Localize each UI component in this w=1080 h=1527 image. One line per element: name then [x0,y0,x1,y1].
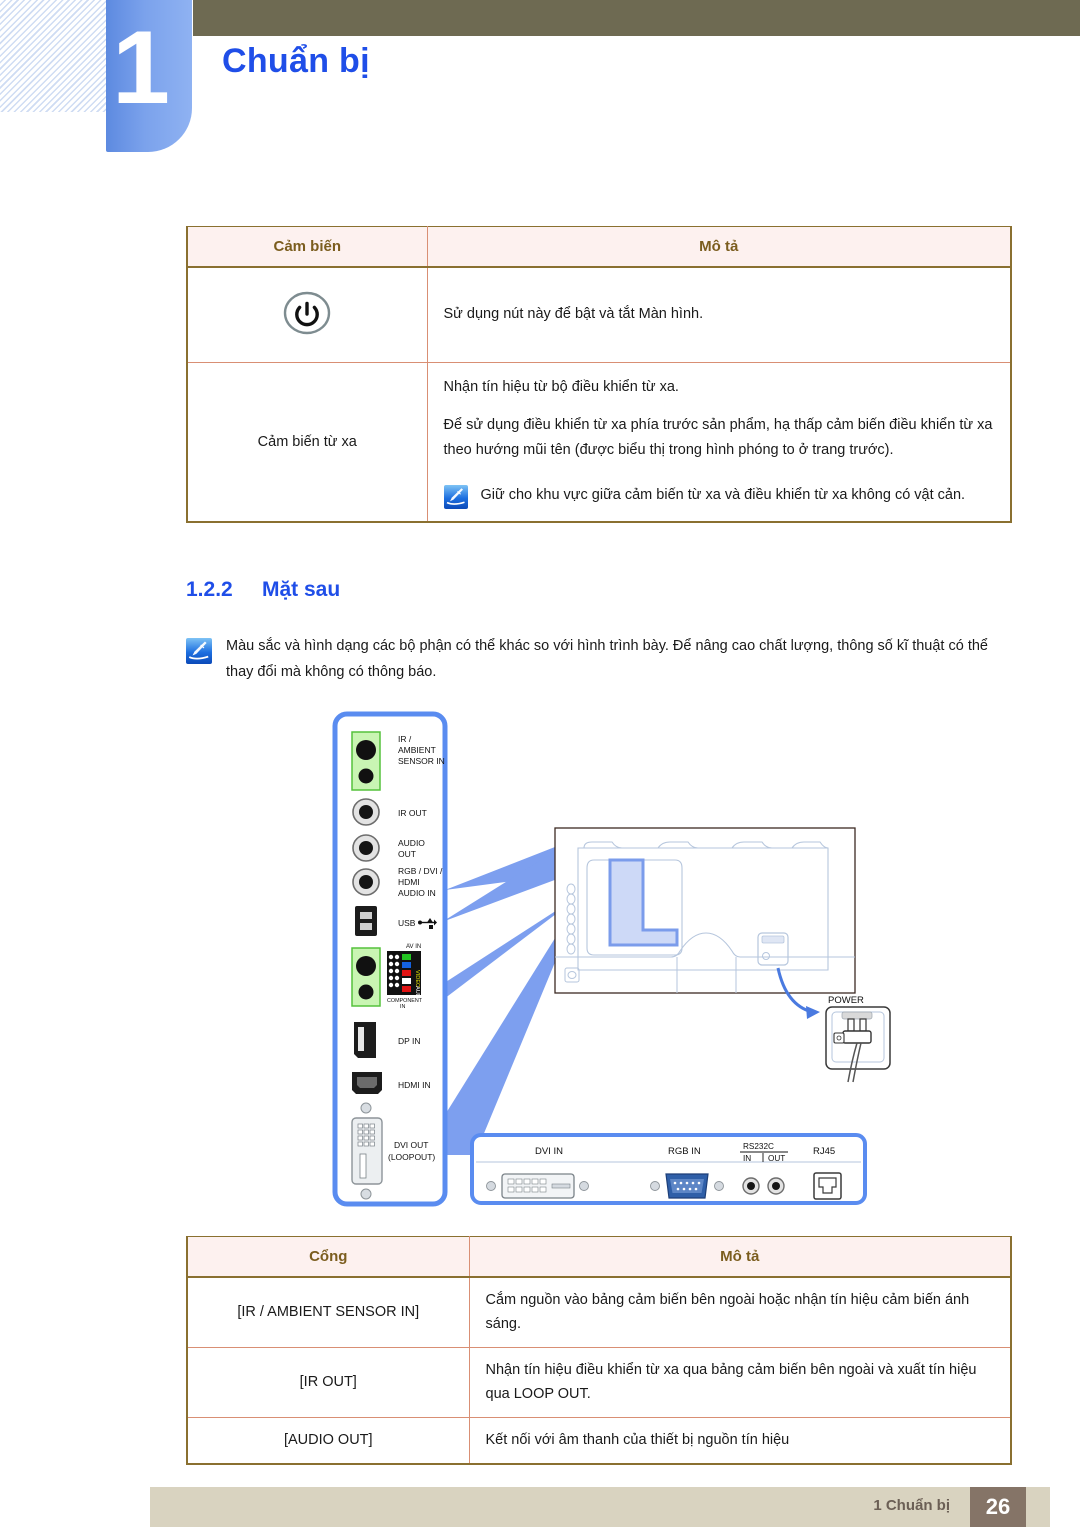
monitor-rear-illustration [554,827,856,994]
page-footer: 1 Chuẩn bị 26 [150,1487,1050,1527]
label-rj45: RJ45 [813,1146,835,1157]
label-audio-out-2: OUT [398,849,416,859]
label-power: POWER [828,995,864,1006]
table-row: Sử dụng nút này để bật và tắt Màn hình. [186,266,1012,363]
label-dvi-out-2: (LOOPOUT) [388,1152,435,1162]
section-heading: 1.2.2 Mặt sau [186,578,340,602]
port-name-0: [IR / AMBIENT SENSOR IN] [186,1276,470,1348]
label-rs232c-out: OUT [768,1154,785,1163]
label-component-in-2: IN [400,1004,405,1010]
label-dvi-out-1: DVI OUT [394,1140,428,1150]
power-button-icon [281,287,333,343]
page-note: Màu sắc và hình dạng các bộ phận có thể … [186,634,1010,686]
port-desc-1: Nhận tín hiệu điều khiển từ xa qua bảng … [468,1346,1012,1419]
label-audio-out-1: AUDIO [398,838,425,848]
label-dvi-in: DVI IN [535,1146,563,1157]
note-pen-icon [443,484,468,509]
label-rs232c-in: IN [743,1154,751,1163]
remote-sensor-note: Giữ cho khu vực giữa cảm biến từ xa và đ… [443,483,997,509]
hdmi-in-port [352,1072,382,1094]
label-ir-out: IR OUT [398,808,427,818]
port-name-2: [AUDIO OUT] [186,1417,470,1465]
sensor-table-header-sensor: Cảm biến [186,226,428,268]
label-dp-in: DP IN [398,1036,421,1046]
hatch-decoration [0,0,112,112]
table-row: Cảm biến từ xa Nhận tín hiệu từ bộ điều … [186,361,1012,523]
label-rs232c: RS232C [743,1142,774,1151]
label-usb: USB [398,918,416,928]
table-header-row: Cổng Mô tả [186,1236,1012,1278]
dp-in-port [354,1022,376,1058]
note-pen-icon [186,638,212,664]
power-inset: POWER [825,995,891,1083]
table-header-row: Cảm biến Mô tả [186,226,1012,268]
port-desc-2: Kết nối với âm thanh của thiết bị nguồn … [468,1417,1012,1465]
label-hdmi-in: HDMI IN [398,1080,431,1090]
label-av-in: AV IN [406,944,421,950]
table-row: [AUDIO OUT] Kết nối với âm thanh của thi… [186,1417,1012,1465]
remote-sensor-note-text: Giữ cho khu vực giữa cảm biến từ xa và đ… [480,486,966,503]
sensor-row-2-label: Cảm biến từ xa [186,361,428,523]
port-description-table: Cổng Mô tả [IR / AMBIENT SENSOR IN] Cắm … [186,1236,1012,1465]
side-port-panel: IR / AMBIENT SENSOR IN IR OUT AUDIO OUT … [332,711,448,1207]
label-rgb-dvi-2: HDMI [398,877,420,887]
label-ir-ambient-2: AMBIENT [398,745,436,755]
port-desc-0: Cắm nguồn vào bảng cảm biến bên ngoài ho… [468,1276,1012,1348]
sensor-row-2-description: Nhận tín hiệu từ bộ điều khiển từ xa. Để… [426,361,1012,523]
diagram-svg: IR / AMBIENT SENSOR IN IR OUT AUDIO OUT … [332,711,891,1207]
power-button-cell [186,266,428,363]
dvi-in-connector [486,1173,589,1199]
remote-sensor-para-2: Để sử dụng điều khiển từ xa phía trước s… [443,416,993,458]
label-rgb-in: RGB IN [668,1146,701,1157]
port-name-1: [IR OUT] [186,1346,470,1419]
av-in-connector-block: AV IN VIDEO AUDIO COMPONENT IN [387,944,423,1010]
footer-page-number: 26 [970,1487,1026,1527]
label-rgb-dvi-3: AUDIO IN [398,888,436,898]
chapter-title: Chuẩn bị [222,42,370,80]
port-table-header-description: Mô tả [468,1236,1012,1278]
section-title: Mặt sau [262,578,341,601]
chapter-number-tab: 1 [106,0,192,152]
remote-sensor-para-1: Nhận tín hiệu từ bộ điều khiển từ xa. [443,379,679,395]
table-row: [IR / AMBIENT SENSOR IN] Cắm nguồn vào b… [186,1276,1012,1348]
label-ir-ambient-1: IR / [398,734,412,744]
label-ir-ambient-3: SENSOR IN [398,756,445,766]
label-rgb-dvi-1: RGB / DVI / [398,866,443,876]
footer-chapter-label: 1 Chuẩn bị [873,1497,950,1514]
page-note-text: Màu sắc và hình dạng các bộ phận có thể … [226,638,988,680]
dvi-out-port [351,1102,383,1200]
bottom-connector-panel: DVI IN RGB IN RS232C IN OUT RJ45 [470,1133,867,1205]
page-header: 1 Chuẩn bị [0,0,1080,175]
port-table-header-port: Cổng [186,1236,470,1278]
table-row: [IR OUT] Nhận tín hiệu điều khiển từ xa … [186,1346,1012,1419]
sensor-table-header-description: Mô tả [426,226,1012,268]
sensor-row-1-description: Sử dụng nút này để bật và tắt Màn hình. [426,266,1012,363]
header-olive-bar [193,0,1080,36]
section-number: 1.2.2 [186,578,233,601]
rj45-connector [813,1172,842,1200]
sensor-description-table: Cảm biến Mô tả Sử dụng nút này để bật và… [186,226,1012,523]
rear-connections-diagram: IR / AMBIENT SENSOR IN IR OUT AUDIO OUT … [180,700,1020,1230]
chapter-number: 1 [112,10,170,126]
